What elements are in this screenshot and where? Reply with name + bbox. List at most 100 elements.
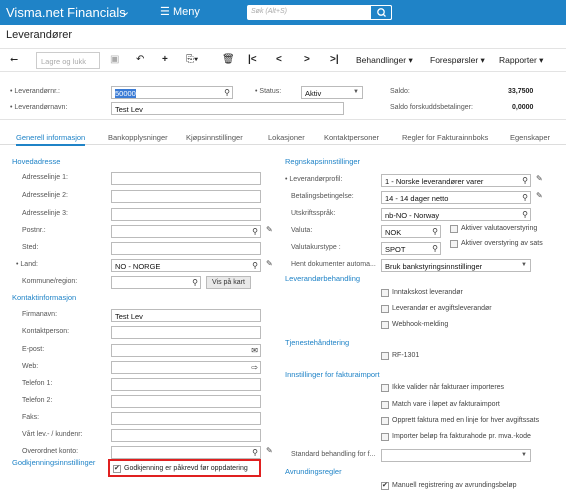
manual-rounding-checkbox[interactable] [381,481,389,490]
city-label: Sted: [22,244,39,251]
contact-person-field[interactable] [111,326,261,339]
addr1-label: Adresselinje 1: [22,174,68,181]
undo-icon[interactable]: ↶ [136,54,144,65]
country-field[interactable]: NO - NORGE ⚲ [111,259,261,272]
search-icon[interactable]: ⚲ [252,227,258,236]
standard-handling-label: Standard behandling for f... [291,451,376,458]
our-account-field[interactable] [111,429,261,442]
search-icon[interactable]: ⚲ [252,261,258,270]
postal-field[interactable]: ⚲ [111,225,261,238]
actions-menu[interactable]: Behandlinger ▾ [356,55,413,66]
phone2-label: Telefon 2: [22,397,53,404]
create-line-checkbox[interactable] [381,417,389,425]
webhook-checkbox[interactable] [381,321,389,329]
product-title[interactable]: Visma.net Financials [6,5,126,20]
open-link-icon[interactable]: ⇨ [251,363,258,372]
tab-attributes[interactable]: Egenskaper [510,133,550,142]
search-icon[interactable]: ⚲ [522,210,528,219]
phone2-field[interactable] [111,395,261,408]
copy-paste-icon[interactable]: ⎘▾ [186,54,198,65]
parent-account-label: Overordnet konto: [22,448,79,455]
fax-field[interactable] [111,412,261,425]
balance-value: 33,7500 [508,88,534,95]
fetch-docs-label: Hent dokumenter automa... [291,261,376,268]
city-field[interactable] [111,242,261,255]
currency-field[interactable]: NOK ⚲ [381,225,441,238]
tax-agency-checkbox[interactable] [381,305,389,313]
match-item-checkbox[interactable] [381,401,389,409]
search-input[interactable]: Søk (Alt+S) [247,5,392,20]
contact-info-section: Kontaktinformasjon [12,293,77,302]
edit-pencil-icon[interactable]: ✎ [266,225,273,234]
status-select[interactable]: Aktiv ▼ [301,86,363,99]
search-icon[interactable]: ⚲ [252,448,258,457]
standard-handling-select[interactable]: ▼ [381,449,531,462]
rate-override-checkbox[interactable] [450,240,458,248]
chevron-down-icon[interactable]: ⌄ [121,5,130,18]
search-icon[interactable]: ⚲ [192,278,198,287]
save-icon[interactable]: ▣ [110,54,119,65]
landed-cost-checkbox[interactable] [381,289,389,297]
search-icon[interactable]: ⚲ [224,88,230,97]
envelope-icon[interactable]: ✉ [251,346,258,355]
rf1301-checkbox[interactable] [381,352,389,360]
email-field[interactable]: ✉ [111,344,261,357]
tab-contacts[interactable]: Kontaktpersoner [324,133,379,142]
tab-bank[interactable]: Bankopplysninger [108,133,168,142]
email-label: E-post: [22,346,45,353]
phone1-field[interactable] [111,378,261,391]
tab-purchase[interactable]: Kjøpsinnstillinger [186,133,243,142]
edit-pencil-icon[interactable]: ✎ [536,174,543,183]
approval-required-label: Godkjenning er påkrevd før oppdatering [124,465,248,472]
search-button[interactable] [370,5,392,20]
save-close-button[interactable]: Lagre og lukk [36,52,100,69]
tab-inbox-rules[interactable]: Regler for Fakturainnboks [402,133,488,142]
no-validate-checkbox[interactable] [381,384,389,392]
toolbar: ⭠ Lagre og lukk ▣ ↶ + ⎘▾ 🗑 |< < > >| Beh… [0,48,566,72]
addr3-field[interactable] [111,208,261,221]
back-arrow-icon[interactable]: ⭠ [10,54,18,65]
edit-pencil-icon[interactable]: ✎ [266,446,273,455]
edit-pencil-icon[interactable]: ✎ [266,259,273,268]
add-icon[interactable]: + [162,54,168,65]
page-title: Leverandører [6,29,73,41]
vendor-no-field[interactable]: 50000 ⚲ [111,86,233,99]
county-field[interactable]: ⚲ [111,276,201,289]
import-amounts-checkbox[interactable] [381,433,389,441]
last-record-icon[interactable]: >| [330,54,339,65]
prepay-value: 0,0000 [512,104,534,111]
web-field[interactable]: ⇨ [111,361,261,374]
print-lang-field[interactable]: nb-NO - Norway ⚲ [381,208,531,221]
addr1-field[interactable] [111,172,261,185]
search-icon[interactable]: ⚲ [432,244,438,253]
edit-pencil-icon[interactable]: ✎ [536,191,543,200]
company-name-field[interactable]: Test Lev [111,309,261,322]
next-record-icon[interactable]: > [304,54,310,65]
terms-field[interactable]: 14 - 14 dager netto ⚲ [381,191,531,204]
rate-type-field[interactable]: SPOT ⚲ [381,242,441,255]
search-icon[interactable]: ⚲ [522,193,528,202]
addr2-field[interactable] [111,190,261,203]
search-icon [377,8,386,17]
inquiries-menu[interactable]: Forespørsler ▾ [430,55,485,66]
vendor-name-field[interactable]: Test Lev [111,102,344,115]
tab-general[interactable]: Generell informasjon [16,133,86,146]
delete-icon[interactable]: 🗑 [222,54,235,65]
first-record-icon[interactable]: |< [248,54,257,65]
tab-locations[interactable]: Lokasjoner [268,133,305,142]
search-icon[interactable]: ⚲ [432,227,438,236]
approval-required-checkbox[interactable] [113,464,121,473]
fetch-docs-select[interactable]: Bruk bankstyringsinnstillinger ▼ [381,259,531,272]
previous-record-icon[interactable]: < [276,54,282,65]
search-icon[interactable]: ⚲ [522,176,528,185]
currency-override-checkbox[interactable] [450,225,458,233]
parent-account-field[interactable]: ⚲ [111,446,261,459]
vendor-profile-field[interactable]: 1 - Norske leverandører varer ⚲ [381,174,531,187]
rate-override-label: Aktiver overstyring av sats [461,240,543,247]
menu-button[interactable]: ☰ Meny [160,5,200,18]
addr2-label: Adresselinje 2: [22,192,68,199]
view-on-map-button[interactable]: Vis på kart [206,276,251,289]
contact-person-label: Kontaktperson: [22,328,70,335]
reports-label: Rapporter [499,55,537,65]
reports-menu[interactable]: Rapporter ▾ [499,55,543,66]
